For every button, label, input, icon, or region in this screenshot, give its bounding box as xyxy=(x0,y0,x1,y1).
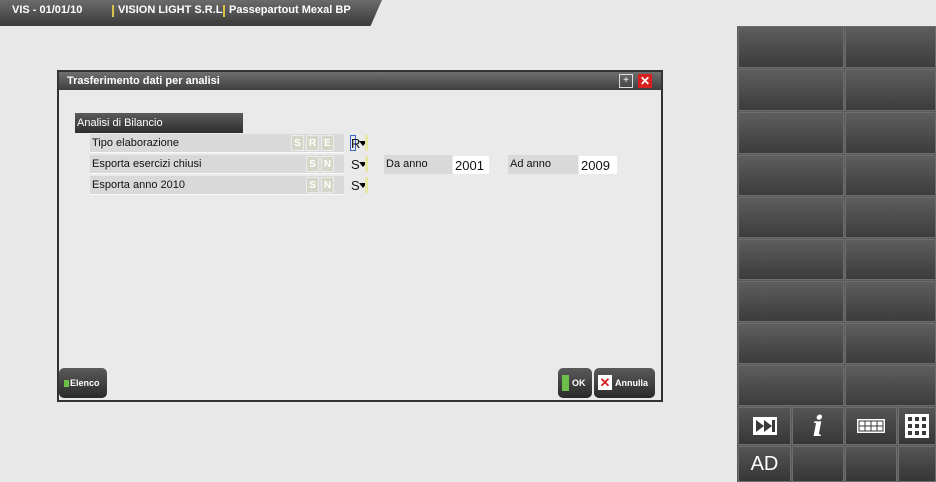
company-name: VISION LIGHT S.R.L. xyxy=(118,4,226,16)
close-icon[interactable]: ✕ xyxy=(638,74,652,88)
function-key-button[interactable] xyxy=(845,26,936,68)
top-bar: VIS - 01/01/10 VISION LIGHT S.R.L. Passe… xyxy=(0,0,936,26)
section-header: Analisi di Bilancio xyxy=(75,113,243,133)
function-key-button[interactable] xyxy=(898,446,936,482)
product-name: Passepartout Mexal BP xyxy=(229,4,351,16)
option-chip-s[interactable]: S xyxy=(306,156,319,172)
green-indicator-icon xyxy=(64,380,69,387)
separator xyxy=(112,5,114,17)
ad-label: AD xyxy=(750,452,779,475)
maximize-icon[interactable]: + xyxy=(619,74,633,88)
elenco-button[interactable]: Elenco xyxy=(59,368,107,398)
field-label: Esporta anno 2010 xyxy=(92,179,185,191)
function-key-button[interactable] xyxy=(738,112,844,154)
info-button[interactable]: i xyxy=(792,407,844,445)
ok-label: OK xyxy=(572,378,586,388)
grid-button[interactable] xyxy=(898,407,936,445)
function-key-button[interactable] xyxy=(845,239,936,280)
cancel-button[interactable]: ✕ Annulla xyxy=(594,368,655,398)
section-label: Analisi di Bilancio xyxy=(77,117,163,129)
tipo-elaborazione-select[interactable]: R xyxy=(349,135,368,151)
keyboard-icon xyxy=(846,408,896,444)
function-key-button[interactable] xyxy=(792,446,844,482)
session-date: VIS - 01/01/10 xyxy=(12,4,83,16)
option-chip-s[interactable]: S xyxy=(306,177,319,193)
session-tab[interactable]: VIS - 01/01/10 VISION LIGHT S.R.L. Passe… xyxy=(0,0,382,26)
function-key-button[interactable] xyxy=(845,365,936,406)
function-key-button[interactable] xyxy=(738,281,844,322)
fast-forward-icon xyxy=(739,408,790,444)
function-key-button[interactable] xyxy=(738,239,844,280)
dialog-title-bar[interactable]: Trasferimento dati per analisi + ✕ xyxy=(59,72,661,90)
function-key-button[interactable] xyxy=(845,446,897,482)
esporta-esercizi-select[interactable]: S xyxy=(349,156,368,172)
function-key-button[interactable] xyxy=(845,112,936,154)
option-chip-n[interactable]: N xyxy=(321,177,334,193)
da-anno-value: 2001 xyxy=(455,158,484,173)
transfer-dialog: Trasferimento dati per analisi + ✕ Anali… xyxy=(57,70,663,402)
esporta-anno-select[interactable]: S xyxy=(349,177,368,193)
function-key-button[interactable] xyxy=(845,69,936,111)
function-key-button[interactable] xyxy=(845,155,936,196)
fast-forward-button[interactable] xyxy=(738,407,791,445)
function-key-panel: i AD xyxy=(737,26,936,482)
function-key-button[interactable] xyxy=(738,323,844,364)
da-anno-label: Da anno xyxy=(386,158,428,170)
separator xyxy=(223,5,225,17)
function-key-button[interactable] xyxy=(738,26,844,68)
ad-anno-label-box: Ad anno xyxy=(508,155,578,174)
function-key-button[interactable] xyxy=(738,365,844,406)
keyboard-button[interactable] xyxy=(845,407,897,445)
function-key-button[interactable] xyxy=(738,155,844,196)
close-icon: ✕ xyxy=(598,375,612,390)
elenco-label: Elenco xyxy=(70,378,100,388)
function-key-button[interactable] xyxy=(845,323,936,364)
function-key-button[interactable] xyxy=(845,281,936,322)
da-anno-label-box: Da anno xyxy=(384,155,452,174)
field-label: Esporta esercizi chiusi xyxy=(92,158,202,170)
green-indicator-icon xyxy=(562,375,569,391)
option-chip-r[interactable]: R xyxy=(306,135,319,151)
info-icon: i xyxy=(812,409,824,443)
option-chip-n[interactable]: N xyxy=(321,156,334,172)
function-key-button[interactable] xyxy=(738,69,844,111)
grid-icon xyxy=(899,408,935,444)
field-label: Tipo elaborazione xyxy=(92,137,180,149)
ad-anno-input[interactable]: 2009 xyxy=(579,156,617,174)
ad-button[interactable]: AD xyxy=(738,446,791,482)
function-key-button[interactable] xyxy=(845,197,936,238)
da-anno-input[interactable]: 2001 xyxy=(453,156,489,174)
dialog-title: Trasferimento dati per analisi xyxy=(67,75,220,87)
cancel-label: Annulla xyxy=(615,378,648,388)
function-key-button[interactable] xyxy=(738,197,844,238)
option-chip-e[interactable]: E xyxy=(321,135,334,151)
ad-anno-label: Ad anno xyxy=(510,158,551,170)
ad-anno-value: 2009 xyxy=(581,158,610,173)
option-chip-s[interactable]: S xyxy=(291,135,304,151)
ok-button[interactable]: OK xyxy=(558,368,592,398)
